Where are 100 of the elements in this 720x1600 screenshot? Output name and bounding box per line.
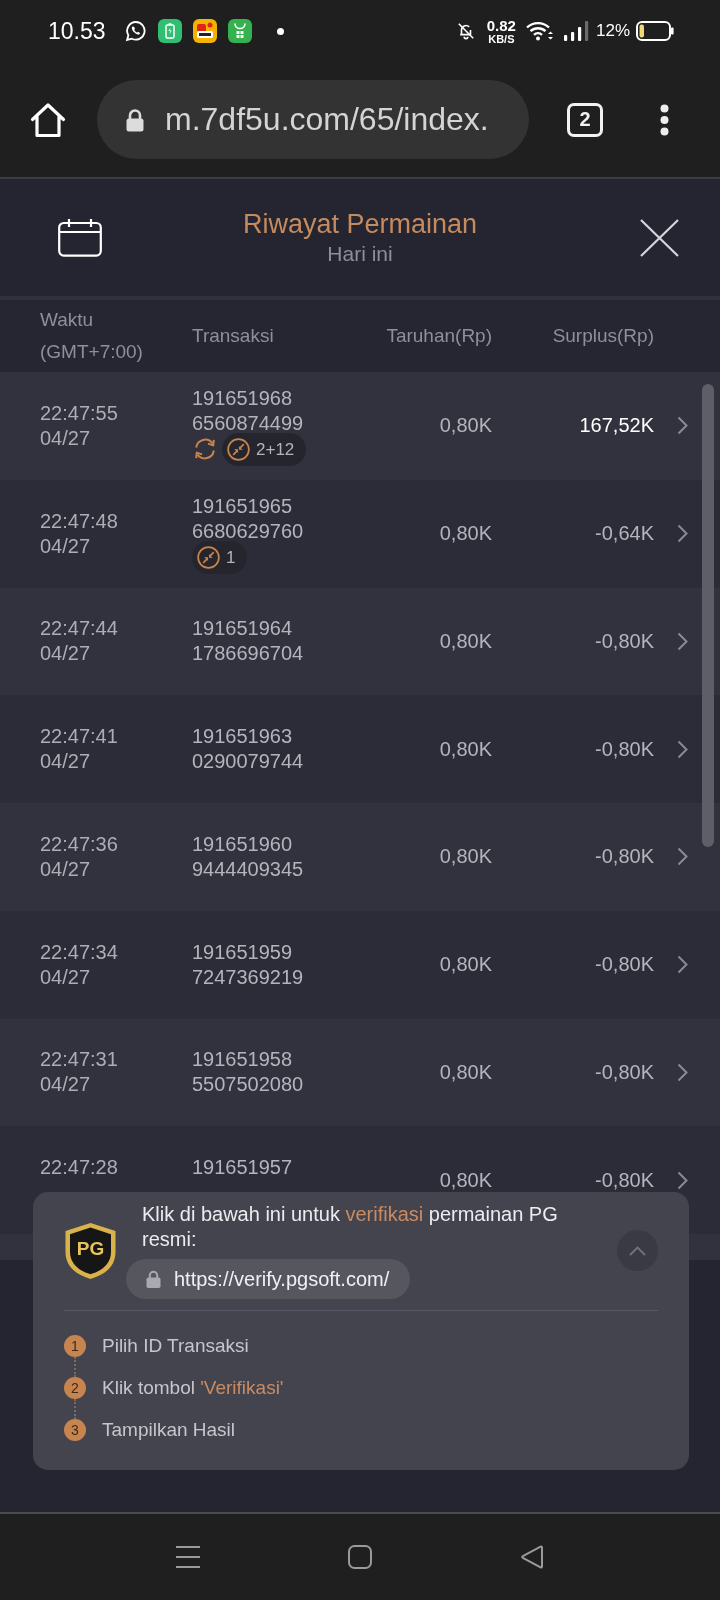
transaction-number: 191651960: [192, 831, 294, 857]
table-row[interactable]: 22:47:48 04/27 191651965 6680629760 1 0,80K -0,64K: [0, 479, 720, 588]
verify-link[interactable]: https://verify.pgsoft.com/: [126, 1259, 411, 1299]
table-row[interactable]: 22:47:44 04/27 191651964 1786696704 0,80K -0,80K: [0, 587, 720, 696]
close-icon[interactable]: [640, 218, 679, 257]
back-icon[interactable]: [520, 1545, 544, 1569]
transaction-number: 0290079744: [192, 749, 305, 775]
chevron-right-icon: [677, 739, 688, 759]
step-number: 1: [64, 1335, 86, 1357]
table-row[interactable]: 22:47:34 04/27 191651959 7247369219 0,80K -0,80K: [0, 910, 720, 1019]
chat-bubble-icon: [124, 20, 147, 42]
battery-percent: 12%: [595, 21, 630, 41]
more-menu-icon[interactable]: [660, 103, 669, 136]
calendar-icon[interactable]: [58, 218, 102, 257]
transaction-number: 191651965: [192, 493, 294, 519]
surplus-amount: -0,80K: [595, 628, 654, 654]
diagonal-arrows-icon: [227, 437, 250, 461]
transaction-number: 191651957: [192, 1155, 294, 1181]
date-text: 04/27: [40, 856, 92, 882]
transaction-number: 5507502080: [192, 1072, 305, 1098]
home-square-icon[interactable]: [348, 1545, 372, 1569]
surplus-amount: 167,52K: [579, 413, 654, 439]
transaction-number: 1786696704: [192, 641, 305, 667]
bell-off-icon: [456, 22, 475, 40]
scrollbar-thumb[interactable]: [702, 384, 714, 847]
surplus-amount: -0,80K: [595, 1167, 654, 1193]
table-row[interactable]: 22:47:41 04/27 191651963 0290079744 0,80K -0,80K: [0, 695, 720, 803]
transaction-number: 9444409345: [192, 856, 305, 882]
lock-icon: [146, 1270, 161, 1288]
network-speed: 0.82: [486, 17, 516, 33]
transaction-number: 7247369219: [192, 964, 305, 990]
feature-count: 1: [226, 546, 236, 569]
step-text: Pilih ID Transaksi: [102, 1335, 249, 1357]
date-text: 04/27: [40, 425, 92, 451]
bet-amount: 0,80K: [439, 952, 492, 978]
time-text: 22:47:41: [40, 724, 119, 750]
home-icon[interactable]: [30, 101, 66, 138]
transaction-number: 6680629760: [192, 518, 305, 544]
feature-count: 2+12: [256, 438, 295, 461]
bet-amount: 0,80K: [439, 844, 492, 870]
battery-tile-icon: [157, 19, 182, 43]
transaction-number: 191651958: [192, 1047, 294, 1073]
bet-amount: 0,80K: [439, 628, 492, 654]
lock-icon: [124, 107, 146, 132]
chevron-right-icon: [677, 1062, 688, 1082]
date-text: 04/27: [40, 533, 92, 559]
date-text: 04/27: [40, 641, 92, 667]
table-row[interactable]: 22:47:31 04/27 191651958 5507502080 0,80K -0,80K: [0, 1018, 720, 1127]
page-subtitle: Hari ini: [327, 240, 393, 267]
step-text: Klik tombol 'Verifikasi': [102, 1377, 284, 1399]
chevron-right-icon: [677, 847, 688, 867]
page-title: Riwayat Permainan: [242, 207, 478, 240]
bet-amount: 0,80K: [439, 521, 492, 547]
caret-up-icon: [629, 1245, 646, 1256]
bet-amount: 0,80K: [439, 1059, 492, 1085]
time-text: 22:47:55: [40, 400, 119, 426]
menu-icon[interactable]: [176, 1545, 200, 1569]
bet-amount: 0,80K: [439, 736, 492, 762]
transaction-number: 191651963: [192, 724, 294, 750]
date-text: 04/27: [40, 1072, 92, 1098]
time-text: 22:47:36: [40, 831, 119, 857]
url-text: m.7df5u.com/65/index.: [165, 101, 489, 138]
chevron-right-icon: [677, 416, 688, 436]
battery-icon: [636, 21, 674, 41]
bet-amount: 0,80K: [439, 1167, 492, 1193]
surplus-amount: -0,80K: [595, 736, 654, 762]
date-text: 04/27: [40, 964, 92, 990]
bet-amount: 0,80K: [439, 413, 492, 439]
table-row[interactable]: 22:47:36 04/27 191651960 9444409345 0,80K -0,80K: [0, 803, 720, 911]
surplus-amount: -0,80K: [595, 952, 654, 978]
address-bar[interactable]: m.7df5u.com/65/index.: [97, 80, 529, 159]
surplus-amount: -0,80K: [595, 1059, 654, 1085]
surplus-amount: -0,64K: [595, 521, 654, 547]
step-text: Tampilkan Hasil: [102, 1419, 236, 1441]
table-row[interactable]: 22:47:55 04/27 191651968 6560874499 2+12 0,80K 167,52K: [0, 372, 720, 480]
time-text: 22:47:48: [40, 508, 119, 534]
bag-tile-icon: [227, 19, 252, 43]
logo-text: PG: [76, 1238, 105, 1260]
wifi-icon: [525, 21, 554, 41]
chevron-right-icon: [677, 524, 688, 544]
column-header: Transaksi: [192, 324, 275, 348]
transaction-number: 191651968: [192, 385, 294, 411]
chevron-right-icon: [677, 1170, 688, 1190]
column-header: Waktu (GMT+7:00): [40, 308, 144, 364]
transaction-number: 191651959: [192, 939, 294, 965]
network-unit: KB/S: [488, 33, 515, 45]
step-number: 3: [64, 1419, 86, 1441]
time-text: 22:47:34: [40, 939, 119, 965]
diagonal-arrows-icon: [197, 545, 220, 569]
app-tile-icon: [192, 19, 217, 43]
step-number: 2: [64, 1377, 86, 1399]
column-header: Surplus(Rp): [552, 324, 654, 348]
chevron-right-icon: [677, 955, 688, 975]
tabs-button[interactable]: 2: [567, 102, 603, 137]
signal-icon: [562, 21, 589, 41]
time-text: 22:47:28: [40, 1155, 119, 1181]
notification-dot-icon: [276, 27, 284, 35]
time-text: 22:47:31: [40, 1047, 119, 1073]
time-text: 22:47:44: [40, 616, 119, 642]
date-text: 04/27: [40, 749, 92, 775]
